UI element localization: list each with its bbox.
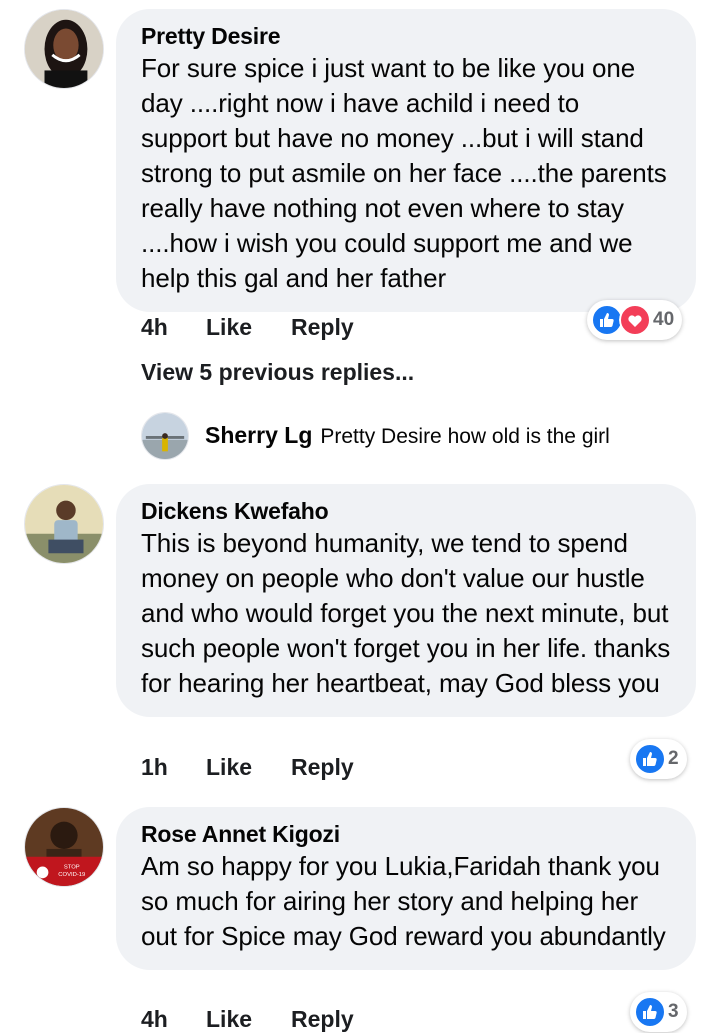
avatar-photo: STOP COVID-19: [25, 808, 103, 886]
comment-time[interactable]: 1h: [141, 754, 206, 781]
avatar-badge-line2: COVID-19: [58, 872, 85, 878]
view-previous-replies-link[interactable]: View 5 previous replies...: [141, 359, 414, 386]
comment-text: This is beyond humanity, we tend to spen…: [141, 528, 671, 698]
avatar-photo: [25, 485, 103, 563]
like-icon: [634, 996, 666, 1028]
reaction-count: 2: [668, 748, 679, 769]
like-button[interactable]: Like: [206, 1006, 291, 1033]
like-icon: [634, 743, 666, 775]
avatar[interactable]: STOP COVID-19: [24, 807, 104, 887]
comment-author[interactable]: Rose Annet Kigozi: [141, 819, 672, 849]
avatar[interactable]: [24, 484, 104, 564]
like-button[interactable]: Like: [206, 754, 291, 781]
reply-text: Pretty Desire how old is the girl: [320, 425, 610, 448]
reply-line: Sherry Lg Pretty Desire how old is the gi…: [205, 422, 610, 449]
comment-actions: 4h Like Reply: [141, 1006, 354, 1033]
comment-bubble: Dickens Kwefaho This is beyond humanity,…: [116, 484, 696, 717]
comment-text: For sure spice i just want to be like yo…: [141, 53, 667, 293]
comment-actions: 4h Like Reply: [141, 314, 354, 341]
comment-author[interactable]: Dickens Kwefaho: [141, 496, 672, 526]
reaction-summary[interactable]: 3: [630, 992, 687, 1032]
reaction-count: 3: [668, 1001, 679, 1022]
reply-avatar-photo: [142, 413, 188, 459]
reply-author[interactable]: Sherry Lg: [205, 422, 312, 448]
reaction-summary[interactable]: 40: [587, 300, 683, 340]
comment-actions: 1h Like Reply: [141, 754, 354, 781]
avatar[interactable]: [24, 9, 104, 89]
like-button[interactable]: Like: [206, 314, 291, 341]
reply-button[interactable]: Reply: [291, 754, 354, 781]
comment-time[interactable]: 4h: [141, 314, 206, 341]
love-icon: [619, 304, 651, 336]
comment-author[interactable]: Pretty Desire: [141, 21, 672, 51]
comment-text: Am so happy for you Lukia,Faridah thank …: [141, 851, 666, 951]
comment-bubble: Rose Annet Kigozi Am so happy for you Lu…: [116, 807, 696, 970]
reply-avatar[interactable]: [141, 412, 189, 460]
comment-bubble: Pretty Desire For sure spice i just want…: [116, 9, 696, 312]
reply-button[interactable]: Reply: [291, 1006, 354, 1033]
comment-time[interactable]: 4h: [141, 1006, 206, 1033]
avatar-badge-line1: STOP: [64, 864, 80, 870]
reaction-summary[interactable]: 2: [630, 739, 687, 779]
avatar-photo: [25, 10, 103, 88]
reply-button[interactable]: Reply: [291, 314, 354, 341]
reaction-count: 40: [653, 309, 675, 330]
